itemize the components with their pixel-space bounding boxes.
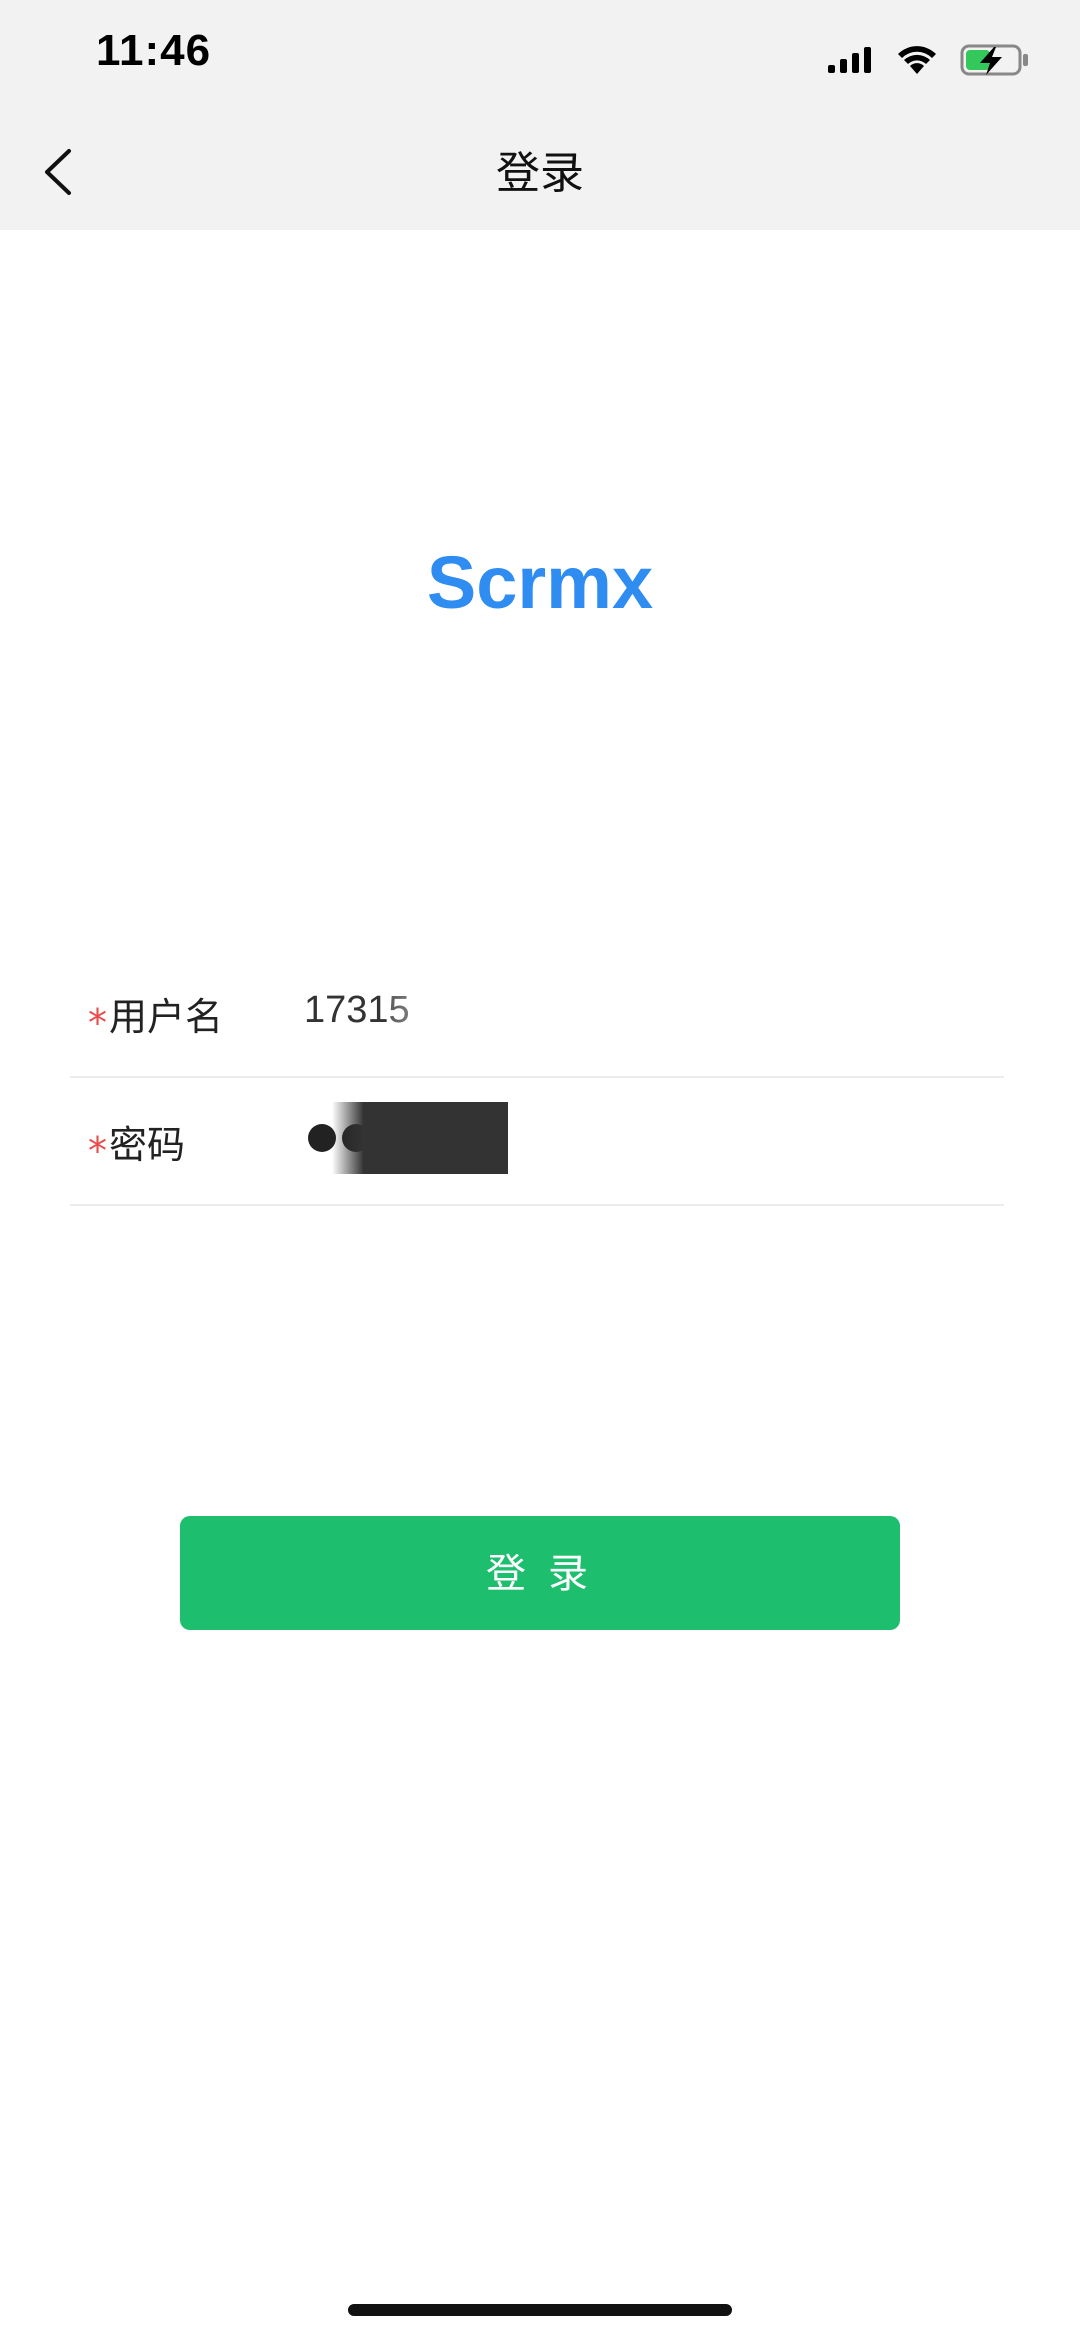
redaction-mask [390, 980, 810, 1040]
username-label-text: 用户名 [109, 995, 224, 1039]
login-form: *用户名 *密码 [70, 950, 1004, 1206]
brand-logo-text: Scrmx [426, 541, 654, 624]
battery-charging-icon [960, 42, 1030, 78]
login-button[interactable]: 登录 [180, 1516, 900, 1630]
password-row: *密码 [70, 1078, 1004, 1206]
status-bar: 11:46 [0, 0, 1080, 118]
username-row: *用户名 [70, 950, 1004, 1078]
nav-bar: 登录 [0, 118, 1080, 230]
signal-icon [828, 45, 874, 75]
username-label: *用户名 [88, 986, 224, 1045]
back-button[interactable] [28, 144, 88, 204]
chevron-left-icon [41, 147, 75, 201]
page-title: 登录 [496, 148, 584, 199]
redaction-mask [332, 1102, 508, 1174]
status-time: 11:46 [96, 26, 212, 75]
password-label-text: 密码 [109, 1123, 186, 1167]
home-indicator[interactable] [348, 2304, 732, 2316]
wifi-icon [896, 44, 938, 76]
required-mark: * [88, 1129, 107, 1173]
password-label: *密码 [88, 1114, 186, 1173]
required-mark: * [88, 1001, 107, 1045]
status-icons [828, 38, 1030, 82]
